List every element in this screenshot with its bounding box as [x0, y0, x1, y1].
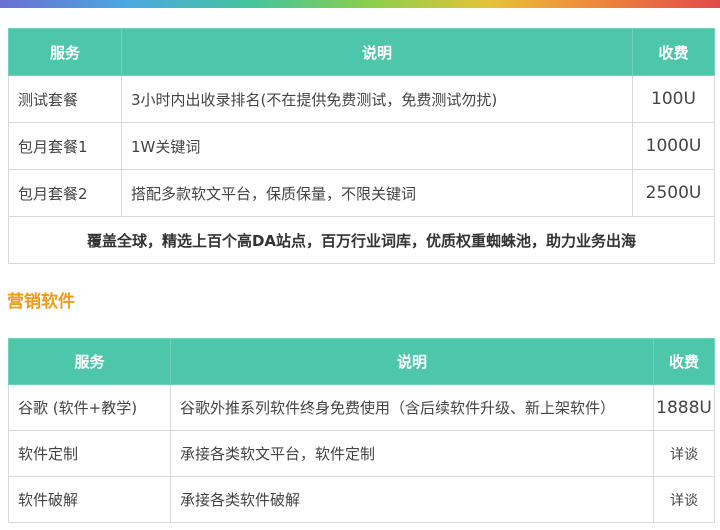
row-service: 包月套餐1	[8, 122, 122, 170]
table-row: 包月套餐1 1W关键词 1000U	[8, 122, 715, 170]
table-row: 软件定制 承接各类软文平台，软件定制 详谈	[8, 430, 715, 477]
row-description: 3小时内出收录排名(不在提供免费测试，免费测试勿扰)	[121, 75, 633, 123]
table-row: 软件破解 承接各类软件破解 详谈	[8, 476, 715, 523]
row-fee: 详谈	[653, 476, 715, 523]
table-footer-row: 覆盖全球，精选上百个高DA站点，百万行业词库，优质权重蜘蛛池，助力业务出海	[8, 216, 715, 264]
row-description: 搭配多款软文平台，保质保量，不限关键词	[121, 169, 633, 217]
header-description: 说明	[121, 28, 633, 76]
header-service: 服务	[8, 28, 122, 76]
row-service: 包月套餐2	[8, 169, 122, 217]
row-fee: 详谈	[653, 430, 715, 477]
table-header-row: 服务 说明 收费	[8, 338, 715, 385]
row-description: 承接各类软文平台，软件定制	[170, 430, 654, 477]
row-description: 承接各类软件破解	[170, 476, 654, 523]
row-service: 软件定制	[8, 430, 171, 477]
table-footer-text: 覆盖全球，精选上百个高DA站点，百万行业词库，优质权重蜘蛛池，助力业务出海	[8, 216, 715, 264]
row-description: 1W关键词	[121, 122, 633, 170]
header-fee: 收费	[653, 338, 715, 385]
table-header-row: 服务 说明 收费	[8, 28, 715, 76]
header-service: 服务	[8, 338, 171, 385]
row-fee: 2500U	[632, 169, 715, 217]
row-fee: 100U	[632, 75, 715, 123]
table-row: 谷歌 (软件+教学) 谷歌外推系列软件终身免费使用（含后续软件升级、新上架软件）…	[8, 384, 715, 431]
section-title-marketing-software: 营销软件	[7, 292, 75, 312]
row-fee: 1888U	[653, 384, 715, 431]
seo-package-table: 服务 说明 收费 测试套餐 3小时内出收录排名(不在提供免费测试，免费测试勿扰)…	[8, 28, 715, 264]
header-fee: 收费	[632, 28, 715, 76]
table-row: 测试套餐 3小时内出收录排名(不在提供免费测试，免费测试勿扰) 100U	[8, 75, 715, 123]
top-gradient-bar	[0, 0, 720, 8]
row-service: 谷歌 (软件+教学)	[8, 384, 171, 431]
row-fee: 1000U	[632, 122, 715, 170]
header-description: 说明	[170, 338, 654, 385]
row-description: 谷歌外推系列软件终身免费使用（含后续软件升级、新上架软件）	[170, 384, 654, 431]
table-row: 包月套餐2 搭配多款软文平台，保质保量，不限关键词 2500U	[8, 169, 715, 217]
software-table: 服务 说明 收费 谷歌 (软件+教学) 谷歌外推系列软件终身免费使用（含后续软件…	[8, 338, 715, 523]
row-service: 测试套餐	[8, 75, 122, 123]
row-service: 软件破解	[8, 476, 171, 523]
